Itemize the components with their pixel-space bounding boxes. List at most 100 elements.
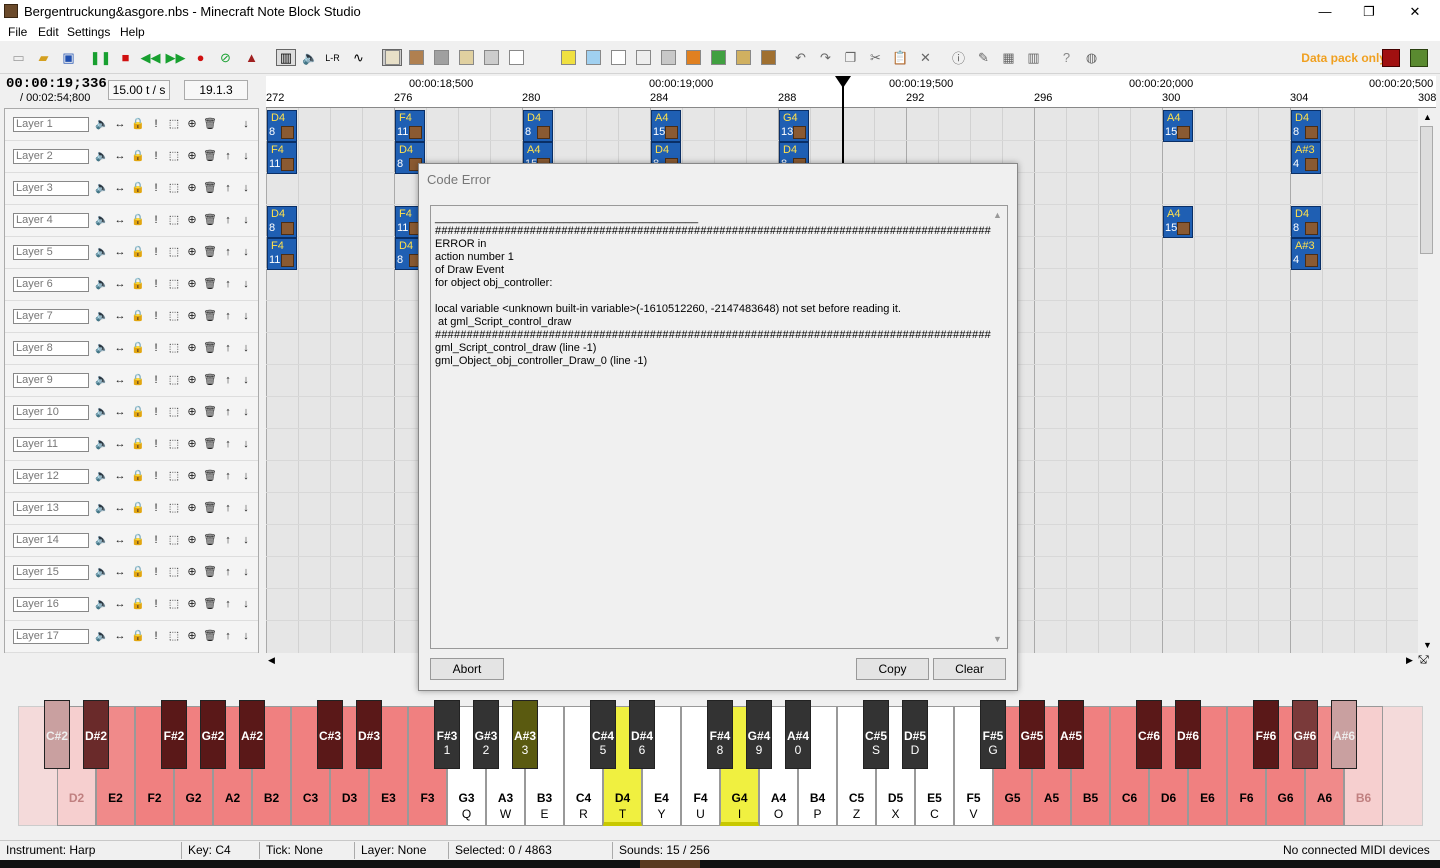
solo-icon[interactable]: ! [149,405,163,420]
stop-icon[interactable]: ■ [117,49,134,66]
move-down-icon[interactable]: ↓ [239,213,253,228]
piano-black-key[interactable]: G#6 [1292,700,1318,769]
solo-icon[interactable]: ! [149,277,163,292]
layer-name-input[interactable]: Layer 15 [13,565,89,580]
add-layer-icon[interactable]: ⊕ [185,597,199,612]
tempo-field[interactable]: 15.00 t / s [108,80,170,100]
move-up-icon[interactable]: ↑ [221,245,235,260]
solo-icon[interactable]: ! [149,629,163,644]
add-layer-icon[interactable]: ⊕ [185,437,199,452]
solo-icon[interactable]: ! [149,437,163,452]
minimize-button[interactable]: — [1302,0,1348,23]
add-layer-icon[interactable]: ⊕ [185,181,199,196]
add-layer-icon[interactable]: ⊕ [185,565,199,580]
instrument-iron-xylophone-icon[interactable] [635,49,652,66]
note-block[interactable]: D48 [267,206,297,238]
move-up-icon[interactable]: ↑ [221,565,235,580]
move-down-icon[interactable]: ↓ [239,629,253,644]
speaker-icon[interactable]: 🔈 [95,469,109,484]
warning-icon[interactable]: ⓘ [950,49,967,66]
layer-name-input[interactable]: Layer 11 [13,437,89,452]
delete-layer-icon[interactable]: 🗑 [203,405,217,420]
waveform-icon[interactable]: ∿ [350,49,367,66]
delete-icon[interactable]: ✕ [917,49,934,66]
instrument-chime-icon[interactable] [585,49,602,66]
solo-icon[interactable]: ! [149,245,163,260]
close-button[interactable]: ✕ [1392,0,1438,23]
move-down-icon[interactable]: ↓ [239,181,253,196]
stereo-icon[interactable]: ↔ [113,405,127,420]
stereo-icon[interactable]: ↔ [113,469,127,484]
note-block[interactable]: G4 13 [779,110,809,142]
vertical-scroll-thumb[interactable] [1420,126,1433,254]
delete-layer-icon[interactable]: 🗑 [203,533,217,548]
select-all-icon[interactable]: ⬚ [167,245,181,260]
delete-layer-icon[interactable]: 🗑 [203,277,217,292]
stereo-icon[interactable]: L-R [324,49,341,66]
maximize-button[interactable]: ❐ [1346,0,1392,23]
piano-black-key[interactable]: G#4 9 [746,700,772,769]
add-layer-icon[interactable]: ⊕ [185,117,199,132]
layer-name-input[interactable]: Layer 8 [13,341,89,356]
note-block[interactable]: A415 [1163,206,1193,238]
delete-layer-icon[interactable]: 🗑 [203,501,217,516]
instrument-click-icon[interactable] [483,49,500,66]
add-layer-icon[interactable]: ⊕ [185,533,199,548]
stereo-icon[interactable]: ↔ [113,341,127,356]
move-down-icon[interactable]: ↓ [239,341,253,356]
taskbar-app-indicator[interactable] [640,860,700,868]
stereo-icon[interactable]: ↔ [113,309,127,324]
instrument-bass-icon[interactable] [408,49,425,66]
layer-name-input[interactable]: Layer 14 [13,533,89,548]
speaker-icon[interactable]: 🔈 [95,149,109,164]
select-all-icon[interactable]: ⬚ [167,373,181,388]
paste-icon[interactable]: 📋 [892,49,909,66]
move-down-icon[interactable]: ↓ [239,405,253,420]
note-block[interactable]: A415 [1163,110,1193,142]
layer-name-input[interactable]: Layer 13 [13,501,89,516]
select-all-icon[interactable]: ⬚ [167,437,181,452]
metronome-icon[interactable]: ▲ [243,49,260,66]
speaker-icon[interactable]: 🔈 [302,49,319,66]
rewind-icon[interactable]: ◀◀ [141,49,161,66]
lock-icon[interactable]: 🔒 [131,597,145,612]
delete-layer-icon[interactable]: 🗑 [203,213,217,228]
note-block[interactable]: D48 [523,110,553,142]
move-up-icon[interactable]: ↑ [221,533,235,548]
stereo-icon[interactable]: ↔ [113,533,127,548]
add-layer-icon[interactable]: ⊕ [185,245,199,260]
speaker-icon[interactable]: 🔈 [95,405,109,420]
lock-icon[interactable]: 🔒 [131,501,145,516]
piano-view-icon[interactable]: ▥ [276,49,296,66]
layer-name-input[interactable]: Layer 2 [13,149,89,164]
solo-icon[interactable]: ! [149,309,163,324]
save-icon[interactable]: ▣ [60,49,77,66]
layer-name-input[interactable]: Layer 9 [13,373,89,388]
select-all-icon[interactable]: ⬚ [167,213,181,228]
stereo-icon[interactable]: ↔ [113,501,127,516]
add-layer-icon[interactable]: ⊕ [185,373,199,388]
select-all-icon[interactable]: ⬚ [167,117,181,132]
lock-icon[interactable]: 🔒 [131,309,145,324]
lock-icon[interactable]: 🔒 [131,533,145,548]
move-up-icon[interactable]: ↑ [221,373,235,388]
stereo-icon[interactable]: ↔ [113,181,127,196]
redo-icon[interactable]: ↷ [817,49,834,66]
piano-black-key[interactable]: G#5 [1019,700,1045,769]
speaker-icon[interactable]: 🔈 [95,437,109,452]
note-block[interactable]: F4 11 [267,142,297,174]
delete-layer-icon[interactable]: 🗑 [203,469,217,484]
move-down-icon[interactable]: ↓ [239,565,253,580]
speaker-icon[interactable]: 🔈 [95,117,109,132]
timeline-ruler[interactable]: 272 276 280 284 288 292 296 300 304 308 00:00:18;5… [266,76,1436,108]
move-down-icon[interactable]: ↓ [239,597,253,612]
piano-black-key[interactable]: G#2 [200,700,226,769]
stereo-icon[interactable]: ↔ [113,597,127,612]
piano-black-key[interactable]: A#2 [239,700,265,769]
select-all-icon[interactable]: ⬚ [167,341,181,356]
delete-layer-icon[interactable]: 🗑 [203,629,217,644]
lock-icon[interactable]: 🔒 [131,277,145,292]
delete-layer-icon[interactable]: 🗑 [203,597,217,612]
delete-layer-icon[interactable]: 🗑 [203,181,217,196]
solo-icon[interactable]: ! [149,341,163,356]
